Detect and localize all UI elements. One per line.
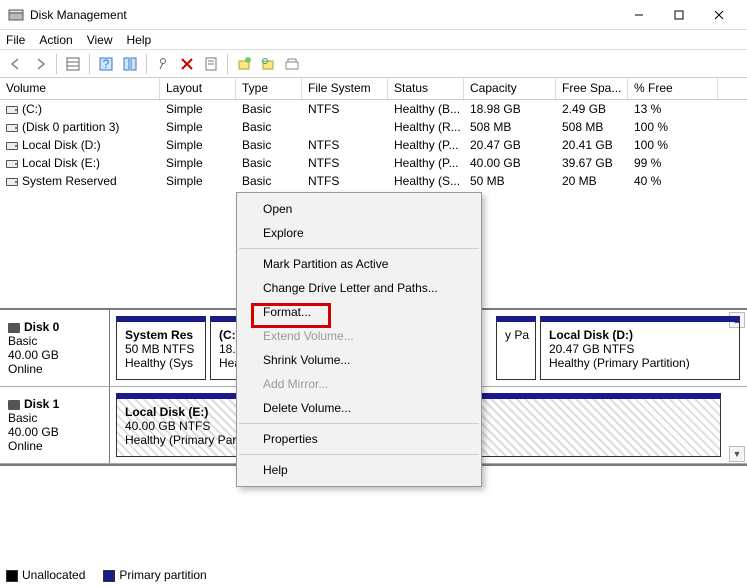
- minimize-button[interactable]: [619, 1, 659, 29]
- settings-icon[interactable]: [153, 54, 173, 74]
- volume-list-header: Volume Layout Type File System Status Ca…: [0, 78, 747, 100]
- scroll-down-button[interactable]: ▼: [729, 446, 745, 462]
- col-volume[interactable]: Volume: [0, 78, 160, 99]
- partition-box[interactable]: y Pa: [496, 316, 536, 380]
- delete-icon[interactable]: [177, 54, 197, 74]
- list-view-icon[interactable]: [63, 54, 83, 74]
- legend-unallocated-label: Unallocated: [22, 568, 85, 582]
- drive-icon: [6, 106, 18, 114]
- col-free[interactable]: Free Spa...: [556, 78, 628, 99]
- svg-text:?: ?: [103, 57, 110, 71]
- volume-list: (C:)SimpleBasicNTFSHealthy (B...18.98 GB…: [0, 100, 747, 190]
- cm-explore[interactable]: Explore: [237, 221, 481, 245]
- col-capacity[interactable]: Capacity: [464, 78, 556, 99]
- col-type[interactable]: Type: [236, 78, 302, 99]
- maximize-button[interactable]: [659, 1, 699, 29]
- partition-box[interactable]: Local Disk (D:)20.47 GB NTFSHealthy (Pri…: [540, 316, 740, 380]
- legend: Unallocated Primary partition: [6, 568, 207, 582]
- cm-add-mirror: Add Mirror...: [237, 372, 481, 396]
- cm-open[interactable]: Open: [237, 197, 481, 221]
- cm-mark-active[interactable]: Mark Partition as Active: [237, 252, 481, 276]
- cm-change-letter[interactable]: Change Drive Letter and Paths...: [237, 276, 481, 300]
- legend-unallocated-swatch: [6, 570, 18, 582]
- view-mode-icon[interactable]: [120, 54, 140, 74]
- menubar: File Action View Help: [0, 30, 747, 50]
- drive-icon: [6, 160, 18, 168]
- menu-help[interactable]: Help: [127, 33, 152, 47]
- table-row[interactable]: (Disk 0 partition 3)SimpleBasicHealthy (…: [0, 118, 747, 136]
- drive-icon: [6, 124, 18, 132]
- menu-file[interactable]: File: [6, 33, 25, 47]
- toolbar: ?: [0, 50, 747, 78]
- titlebar: Disk Management: [0, 0, 747, 30]
- disk-management-icon: [8, 7, 24, 23]
- table-row[interactable]: Local Disk (D:)SimpleBasicNTFSHealthy (P…: [0, 136, 747, 154]
- context-menu: Open Explore Mark Partition as Active Ch…: [236, 192, 482, 487]
- cm-properties[interactable]: Properties: [237, 427, 481, 451]
- disk-icon: [8, 323, 20, 333]
- cm-delete[interactable]: Delete Volume...: [237, 396, 481, 420]
- cm-help[interactable]: Help: [237, 458, 481, 482]
- col-layout[interactable]: Layout: [160, 78, 236, 99]
- disk-icon: [8, 400, 20, 410]
- forward-button[interactable]: [30, 54, 50, 74]
- menu-view[interactable]: View: [87, 33, 113, 47]
- table-row[interactable]: System ReservedSimpleBasicNTFSHealthy (S…: [0, 172, 747, 190]
- col-status[interactable]: Status: [388, 78, 464, 99]
- drive-icon: [6, 178, 18, 186]
- open-partition-icon[interactable]: [282, 54, 302, 74]
- partition-box[interactable]: System Res50 MB NTFSHealthy (Sys: [116, 316, 206, 380]
- legend-primary-label: Primary partition: [119, 568, 206, 582]
- legend-primary-swatch: [103, 570, 115, 582]
- refresh-icon[interactable]: [258, 54, 278, 74]
- col-pfree[interactable]: % Free: [628, 78, 718, 99]
- table-row[interactable]: Local Disk (E:)SimpleBasicNTFSHealthy (P…: [0, 154, 747, 172]
- close-button[interactable]: [699, 1, 739, 29]
- window-title: Disk Management: [30, 8, 619, 22]
- table-row[interactable]: (C:)SimpleBasicNTFSHealthy (B...18.98 GB…: [0, 100, 747, 118]
- drive-icon: [6, 142, 18, 150]
- col-fs[interactable]: File System: [302, 78, 388, 99]
- menu-action[interactable]: Action: [39, 33, 72, 47]
- format-highlight: [251, 303, 331, 328]
- help-icon[interactable]: ?: [96, 54, 116, 74]
- new-partition-icon[interactable]: [234, 54, 254, 74]
- cm-shrink[interactable]: Shrink Volume...: [237, 348, 481, 372]
- back-button[interactable]: [6, 54, 26, 74]
- properties-icon[interactable]: [201, 54, 221, 74]
